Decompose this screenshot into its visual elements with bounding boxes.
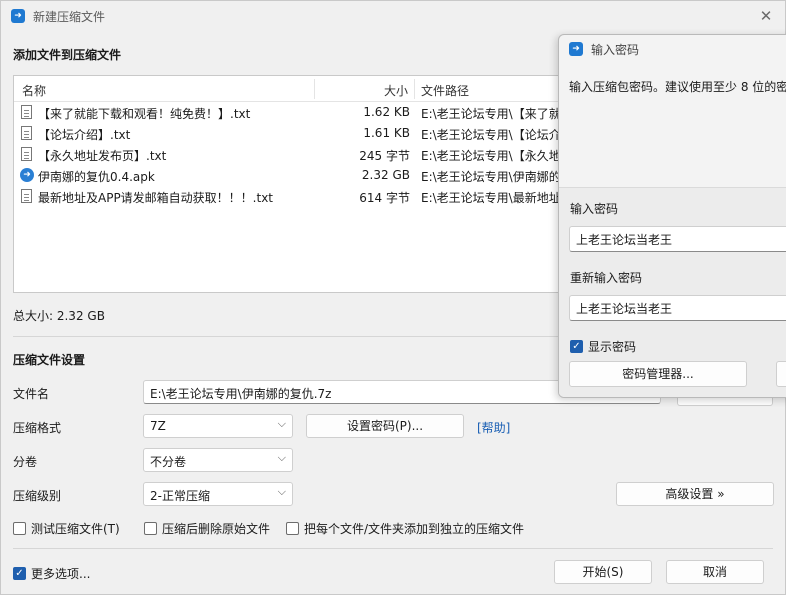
file-row[interactable]: 【论坛介绍】.txt 1.61 KB E:\老王论坛专用\【论坛介 (14, 123, 572, 144)
file-row[interactable]: 最新地址及APP请发邮箱自动获取！！！.txt 614 字节 E:\老王论坛专用… (14, 186, 572, 207)
file-path: E:\老王论坛专用\【论坛介 (421, 128, 561, 142)
dialog-form: 输入密码 上老王论坛当老王 重新输入密码 上老王论坛当老王 ✓ 显示密码 密码管… (559, 187, 786, 397)
file-path: E:\老王论坛专用\伊南娜的 (421, 170, 561, 184)
checkbox-label: 更多选项... (31, 567, 91, 581)
delete-after-checkbox[interactable]: 压缩后删除原始文件 (144, 520, 270, 537)
column-divider (414, 79, 415, 99)
show-password-checkbox[interactable]: ✓ 显示密码 (570, 338, 636, 355)
filename-label: 文件名 (13, 387, 50, 401)
file-path: E:\老王论坛专用\【来了就 (421, 107, 561, 121)
file-size: 2.32 GB (361, 168, 410, 182)
password-manager-button[interactable]: 密码管理器... (569, 361, 747, 387)
password-label: 输入密码 (570, 202, 619, 216)
set-password-button[interactable]: 设置密码(P)... (306, 414, 464, 438)
window-title: 新建压缩文件 (33, 9, 106, 24)
file-name: 【论坛介绍】.txt (38, 128, 131, 142)
level-select[interactable]: 2-正常压缩 ⌵ (143, 482, 293, 506)
document-icon (21, 189, 32, 203)
checkmark-icon[interactable]: ✓ (13, 567, 26, 580)
close-icon[interactable]: ✕ (757, 7, 775, 25)
checkbox-label: 把每个文件/文件夹添加到独立的压缩文件 (304, 522, 525, 536)
file-row[interactable]: ➜ 伊南娜的复仇0.4.apk 2.32 GB E:\老王论坛专用\伊南娜的 (14, 165, 572, 186)
checkbox-label: 测试压缩文件(T) (31, 522, 120, 536)
dialog-title: 输入密码 (591, 42, 640, 57)
file-name: 最新地址及APP请发邮箱自动获取！！！.txt (38, 191, 274, 205)
format-label: 压缩格式 (13, 421, 62, 435)
advanced-settings-button[interactable]: 高级设置 » (616, 482, 774, 506)
password-hint: 输入压缩包密码。建议使用至少 8 位的密 (569, 80, 786, 94)
file-name: 【来了就能下载和观看！纯免费！】.txt (38, 107, 251, 121)
app-logo-icon: ➜ (569, 42, 583, 56)
dialog-title-bar: ➜ 输入密码 (559, 35, 786, 63)
file-row[interactable]: 【来了就能下载和观看！纯免费！】.txt 1.62 KB E:\老王论坛专用\【… (14, 102, 572, 123)
file-name: 【永久地址发布页】.txt (38, 149, 167, 163)
app-logo-icon: ➜ (11, 9, 25, 23)
chevron-down-icon: ⌵ (277, 417, 286, 430)
more-options-checkbox[interactable]: ✓ 更多选项... (13, 565, 90, 582)
file-list[interactable]: 名称 大小 文件路径 【来了就能下载和观看！纯免费！】.txt 1.62 KB … (13, 75, 573, 293)
settings-section-title: 压缩文件设置 (13, 353, 86, 367)
file-size: 245 字节 (359, 149, 410, 163)
separate-archives-checkbox[interactable]: 把每个文件/文件夹添加到独立的压缩文件 (286, 520, 524, 537)
file-size: 614 字节 (359, 191, 410, 205)
checkbox-label: 压缩后删除原始文件 (162, 522, 271, 536)
volume-select[interactable]: 不分卷 ⌵ (143, 448, 293, 472)
file-name: 伊南娜的复仇0.4.apk (38, 170, 155, 184)
confirm-password-input[interactable]: 上老王论坛当老王 (569, 295, 786, 321)
files-section-title: 添加文件到压缩文件 (13, 48, 122, 62)
format-value: 7Z (150, 419, 166, 433)
level-value: 2-正常压缩 (150, 489, 210, 503)
document-icon (21, 126, 32, 140)
cancel-button[interactable]: 取消 (666, 560, 764, 584)
password-input[interactable]: 上老王论坛当老王 (569, 226, 786, 252)
file-path: E:\老王论坛专用\最新地址 (421, 191, 561, 205)
level-label: 压缩级别 (13, 489, 62, 503)
apk-icon: ➜ (20, 168, 34, 182)
test-archive-checkbox[interactable]: 测试压缩文件(T) (13, 520, 120, 537)
password-dialog: ➜ 输入密码 输入压缩包密码。建议使用至少 8 位的密 输入密码 上老王论坛当老… (558, 34, 786, 398)
file-size: 1.62 KB (363, 105, 410, 119)
total-size: 总大小: 2.32 GB (13, 309, 105, 323)
volume-label: 分卷 (13, 455, 38, 469)
format-select[interactable]: 7Z ⌵ (143, 414, 293, 438)
file-path: E:\老王论坛专用\【永久地 (421, 149, 561, 163)
chevron-down-icon: ⌵ (277, 451, 286, 464)
file-row[interactable]: 【永久地址发布页】.txt 245 字节 E:\老王论坛专用\【永久地 (14, 144, 572, 165)
column-size[interactable]: 大小 (384, 82, 408, 99)
file-list-header: 名称 大小 文件路径 (14, 76, 572, 102)
chevron-down-icon: ⌵ (277, 485, 286, 498)
checkmark-icon[interactable]: ✓ (570, 340, 583, 353)
document-icon (21, 147, 32, 161)
start-button[interactable]: 开始(S) (554, 560, 652, 584)
column-name[interactable]: 名称 (22, 82, 46, 99)
file-size: 1.61 KB (363, 126, 410, 140)
checkbox-label: 显示密码 (588, 340, 637, 354)
checkbox-box[interactable] (13, 522, 26, 535)
checkbox-box[interactable] (144, 522, 157, 535)
ok-button[interactable] (776, 361, 786, 387)
divider (13, 548, 773, 549)
confirm-password-label: 重新输入密码 (570, 271, 643, 285)
title-bar: ➜ 新建压缩文件 ✕ (1, 1, 785, 31)
volume-value: 不分卷 (150, 455, 187, 469)
help-link[interactable]: [帮助] (477, 419, 510, 436)
column-path[interactable]: 文件路径 (421, 82, 469, 99)
checkbox-box[interactable] (286, 522, 299, 535)
column-divider (314, 79, 315, 99)
document-icon (21, 105, 32, 119)
